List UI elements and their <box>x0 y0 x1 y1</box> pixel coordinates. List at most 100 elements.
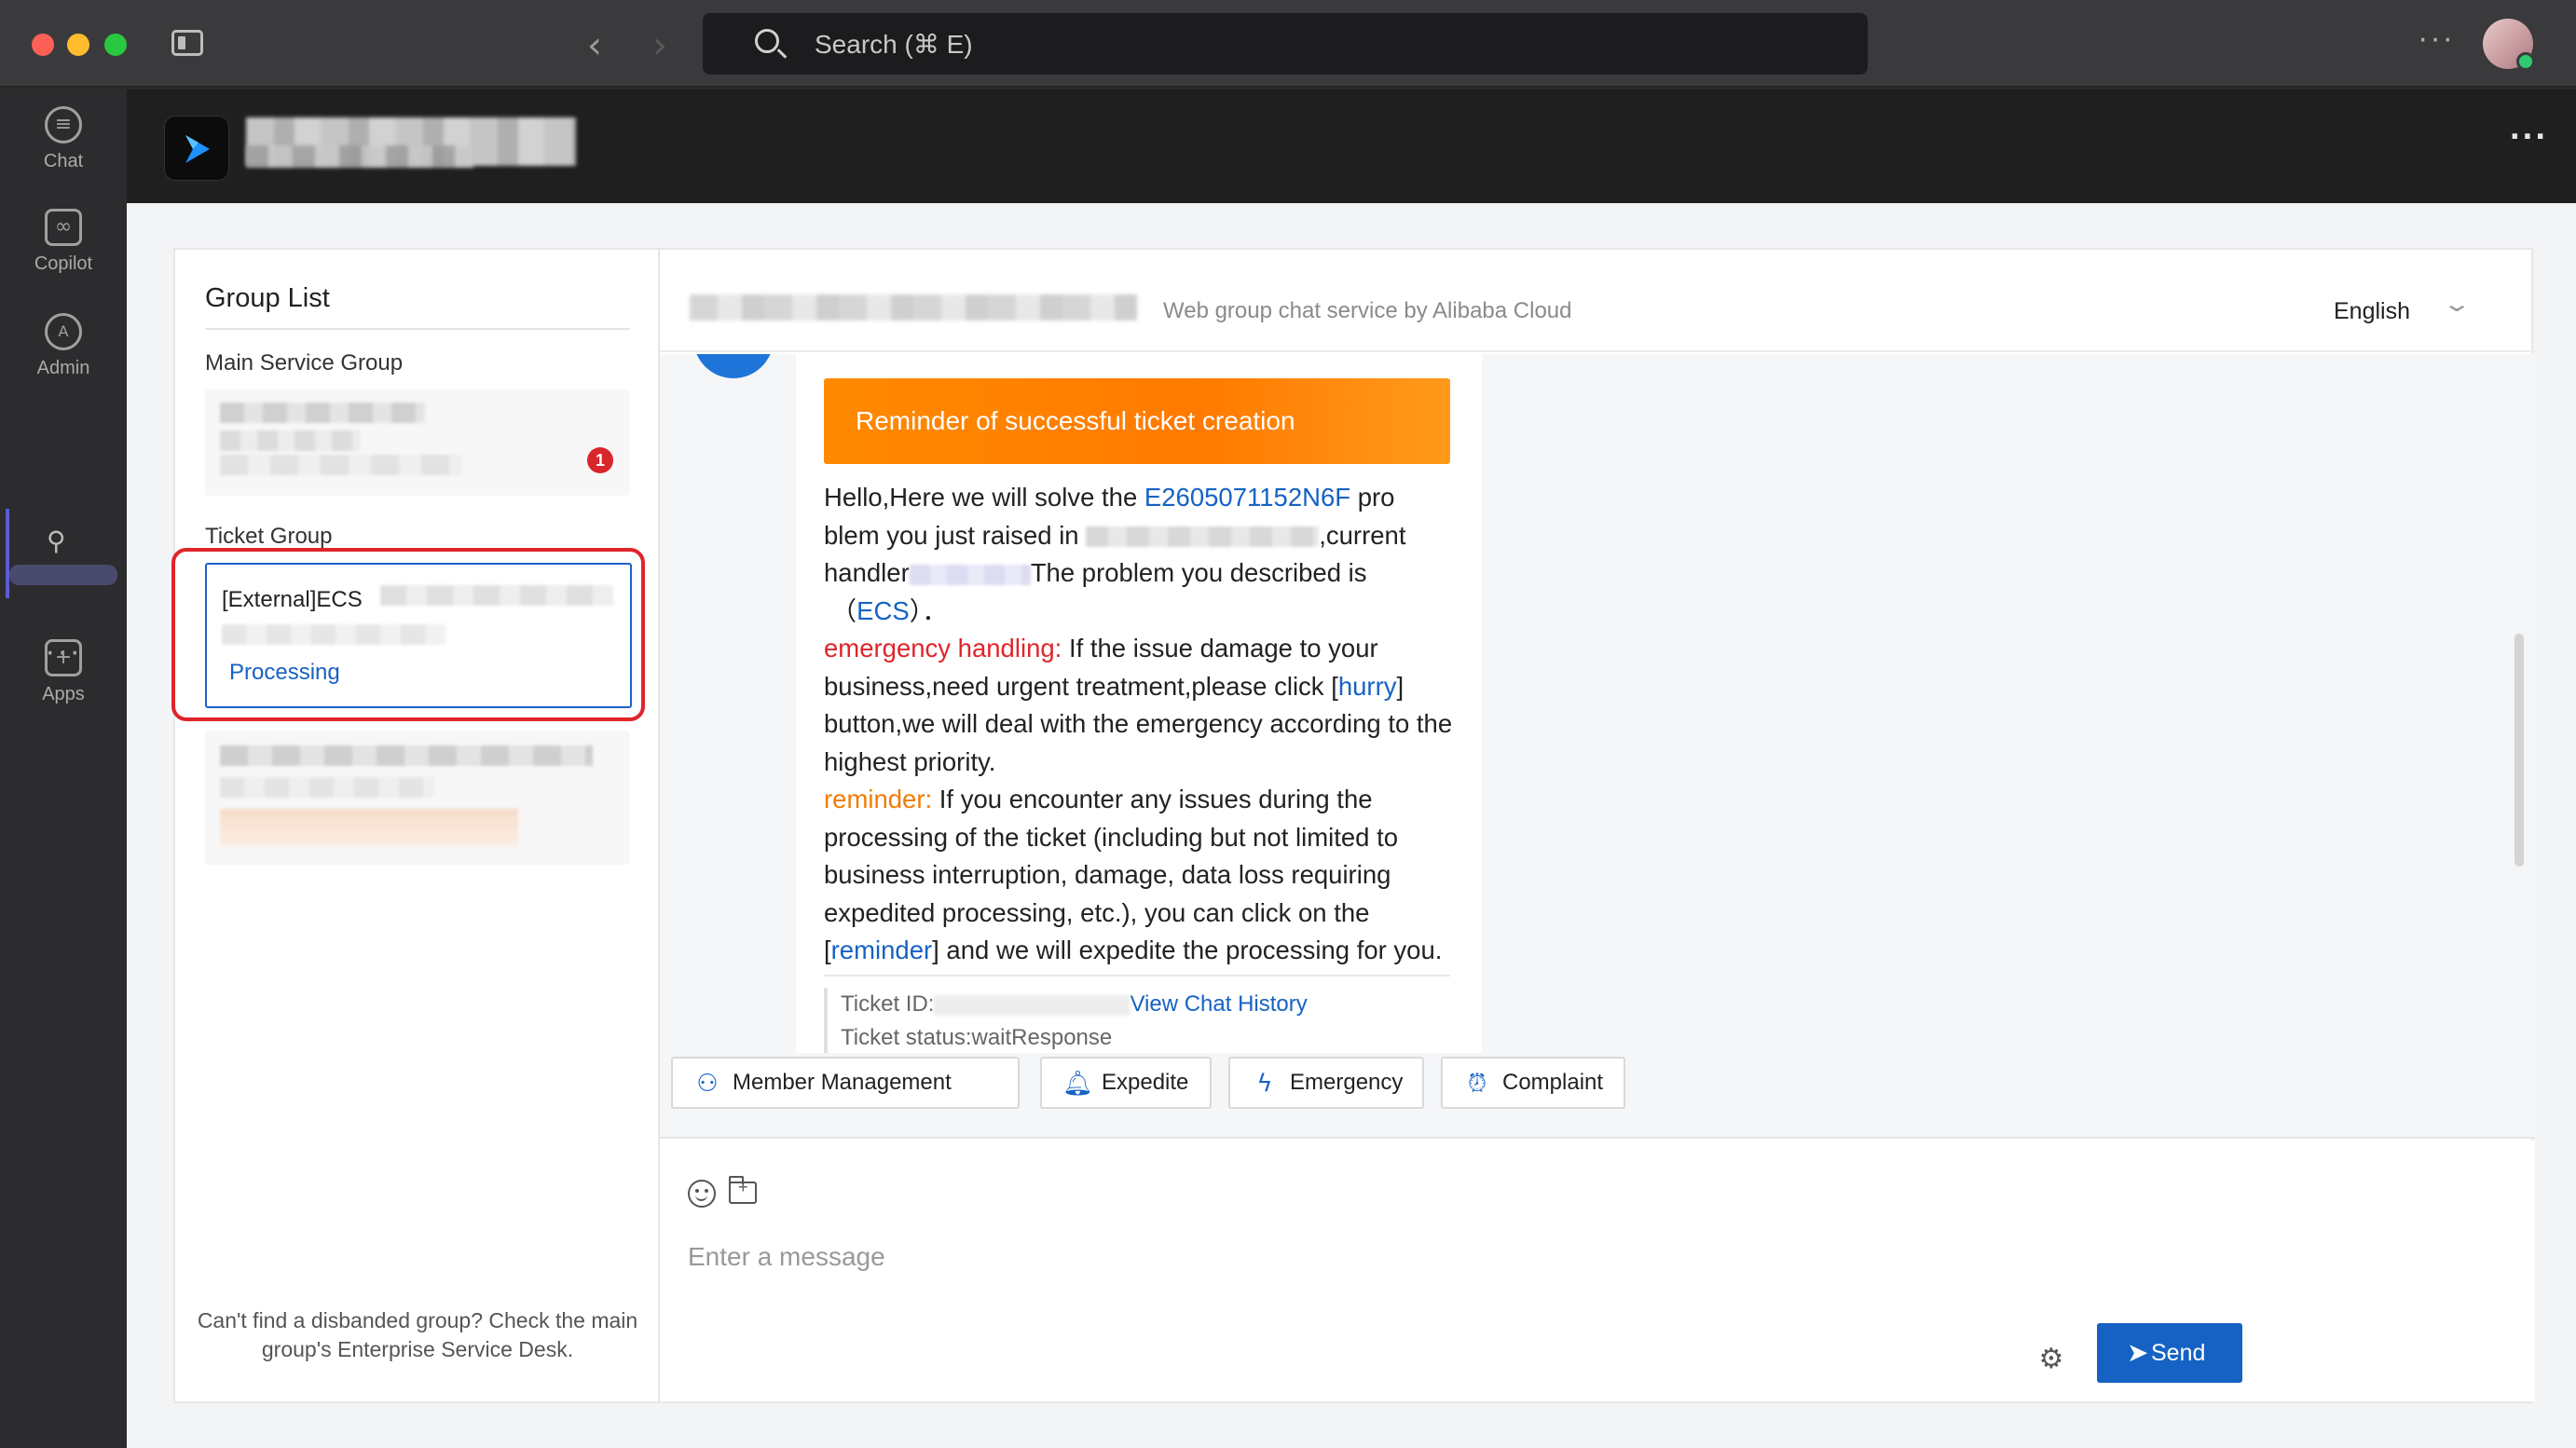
group-preview-redacted <box>220 455 462 475</box>
rail-item-copilot[interactable]: ∞ Copilot <box>0 209 127 275</box>
handler-redacted <box>909 564 1031 585</box>
ticket-name-redacted <box>220 745 593 766</box>
message-input[interactable] <box>688 1234 2459 1280</box>
expedite-button[interactable]: 🔔︎ Expedite <box>1040 1057 1212 1109</box>
rail-label-chat: Chat <box>43 151 84 171</box>
message-area: Reminder of successful ticket creation H… <box>660 354 2535 1053</box>
action-bar: ⚇ Member Management 🔔︎ Expedite ϟ Emerge… <box>660 1053 2535 1139</box>
back-arrow-icon[interactable]: ‹ <box>587 24 602 67</box>
forward-arrow-icon[interactable]: › <box>652 24 667 67</box>
bracket: ）． <box>909 595 948 625</box>
zoom-window-button[interactable] <box>104 34 127 56</box>
global-search-bar[interactable]: Search (⌘ E) <box>703 13 1868 75</box>
rail-active-indicator <box>6 509 9 598</box>
emergency-button-label: Emergency <box>1290 1070 1404 1095</box>
copilot-icon: ∞ <box>45 209 82 246</box>
disbanded-group-hint: Can't find a disbanded group? Check the … <box>197 1308 638 1361</box>
attach-folder-icon[interactable] <box>729 1176 757 1204</box>
group-list-panel: Group List Main Service Group 1 Ticket G… <box>171 250 660 1401</box>
window-titlebar: ‹ › Search (⌘ E) ··· <box>0 0 2576 88</box>
reminder-text: ] and we will expedite the processing fo… <box>932 936 1443 964</box>
reminder-label: reminder: <box>824 785 933 813</box>
chat-header: Web group chat service by Alibaba Cloud … <box>660 250 2535 352</box>
rail-label-admin: Admin <box>36 358 90 378</box>
send-label: Send <box>2151 1340 2206 1366</box>
search-placeholder: Search (⌘ E) <box>815 30 973 59</box>
app-more-icon[interactable]: ··· <box>2510 117 2548 157</box>
emergency-label: emergency handling: <box>824 634 1062 663</box>
search-icon <box>755 29 779 53</box>
product-link[interactable]: ECS <box>856 596 910 625</box>
admin-icon: A <box>45 313 82 350</box>
rail-item-admin[interactable]: A Admin <box>0 313 127 379</box>
main-service-group-item[interactable]: 1 <box>205 389 630 496</box>
chat-subtitle: Web group chat service by Alibaba Cloud <box>1163 298 1572 323</box>
line-text: handler <box>824 558 910 587</box>
line-text: blem you just raised in <box>824 520 1087 550</box>
rail-label-service-desk-redacted <box>9 565 117 585</box>
service-card: Group List Main Service Group 1 Ticket G… <box>171 248 2535 1403</box>
close-window-button[interactable] <box>32 34 54 56</box>
message-body: Hello,Here we will solve the E2605071152… <box>824 479 1458 970</box>
minimize-window-button[interactable] <box>67 34 89 56</box>
divider <box>824 975 1450 977</box>
main-service-group-label: Main Service Group <box>205 350 404 376</box>
expedite-label: Expedite <box>1102 1070 1189 1095</box>
send-button[interactable]: ➤ Send <box>2097 1323 2242 1383</box>
chevron-down-icon[interactable]: ⌄ <box>2442 291 2472 317</box>
ticket-number-link[interactable]: E2605071152N6F <box>1144 483 1350 512</box>
sidebar-toggle-icon[interactable] <box>171 30 203 56</box>
chat-icon: ≡ <box>45 106 82 143</box>
bracket: （ <box>830 595 857 625</box>
app-logo-icon <box>164 116 229 181</box>
service-desk-icon[interactable]: ⚲ <box>47 526 66 556</box>
group-name-redacted <box>220 403 425 423</box>
ticket-preview-redacted <box>220 777 434 798</box>
more-options-icon[interactable]: ··· <box>2418 20 2455 57</box>
chat-title-redacted <box>690 294 1137 321</box>
gear-icon[interactable]: ⚙ <box>2037 1346 2065 1373</box>
greeting-text: Hello,Here we will solve the <box>824 483 1144 512</box>
hurry-link[interactable]: hurry <box>1338 672 1397 701</box>
ticket-id-label: Ticket ID: <box>841 991 935 1017</box>
complaint-button[interactable]: ⏰︎ Complaint <box>1441 1057 1625 1109</box>
view-chat-history-link[interactable]: View Chat History <box>1130 991 1307 1017</box>
line-suffix: ,current <box>1319 520 1406 550</box>
member-management-button[interactable]: ⚇ Member Management <box>671 1057 1020 1109</box>
message-composer: ⚙ ➤ Send <box>660 1141 2535 1401</box>
online-status-icon <box>2516 52 2535 71</box>
emergency-button[interactable]: ϟ Emergency <box>1228 1057 1424 1109</box>
line-suffix: The problem you described is <box>1030 558 1367 587</box>
rail-item-apps[interactable]: + Apps <box>0 639 127 705</box>
add-apps-icon: + <box>45 639 82 676</box>
banner-text: Reminder of successful ticket creation <box>856 406 1295 435</box>
line-suffix: pro <box>1350 483 1395 512</box>
alarm-icon: ⏰︎ <box>1467 1070 1487 1098</box>
lightning-icon: ϟ <box>1256 1070 1273 1098</box>
reminder-link[interactable]: reminder <box>831 936 933 964</box>
app-title-redacted-2 <box>246 145 473 168</box>
sender-avatar <box>693 354 774 378</box>
complaint-label: Complaint <box>1502 1070 1604 1095</box>
ticket-status-redacted <box>220 809 518 846</box>
divider <box>205 328 630 330</box>
ticket-info: Ticket ID: View Chat History Ticket statu… <box>824 988 1450 1053</box>
rail-label-copilot: Copilot <box>34 253 93 274</box>
emoji-icon[interactable] <box>688 1180 716 1208</box>
rail-label-apps: Apps <box>42 684 85 704</box>
ticket-status-text: Ticket status:waitResponse <box>841 1025 1113 1050</box>
app-rail: ≡ Chat ∞ Copilot A Admin ⚲ ··· + Apps <box>0 89 127 1448</box>
language-select[interactable]: English <box>2334 298 2410 325</box>
ticket-group-label: Ticket Group <box>205 524 333 549</box>
app-header: ··· <box>127 89 2576 203</box>
ticket-group-item[interactable] <box>205 731 630 865</box>
highlight-annotation <box>171 548 645 721</box>
ticket-creation-message: Reminder of successful ticket creation H… <box>796 354 1482 1053</box>
message-scrollbar[interactable] <box>2514 634 2524 867</box>
unread-badge: 1 <box>587 447 613 473</box>
rail-item-chat[interactable]: ≡ Chat <box>0 106 127 172</box>
ticket-id-redacted <box>934 994 1130 1016</box>
send-icon: ➤ <box>2127 1337 2149 1368</box>
content-area: Group List Main Service Group 1 Ticket G… <box>127 203 2576 1448</box>
message-banner: Reminder of successful ticket creation <box>824 378 1450 464</box>
